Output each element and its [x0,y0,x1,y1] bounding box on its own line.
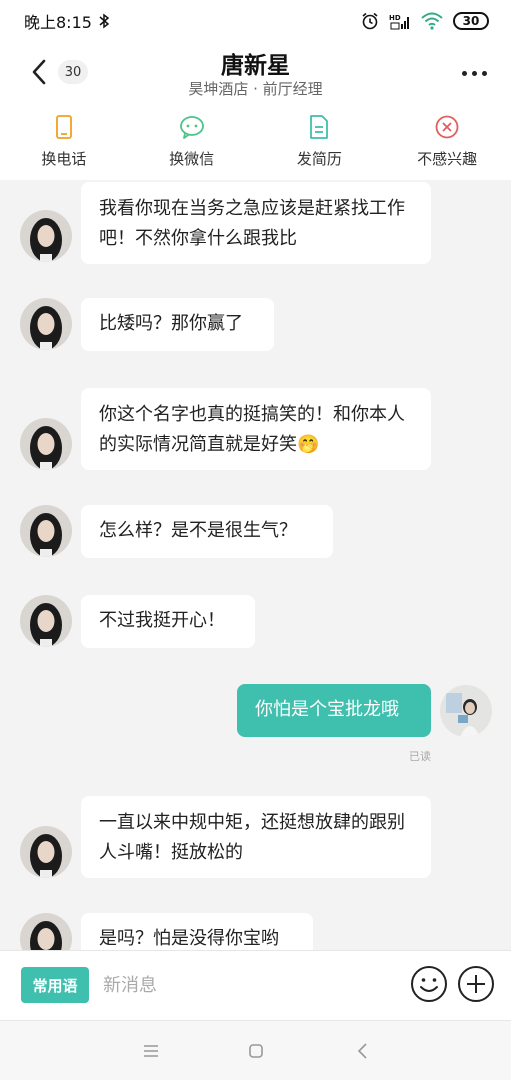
message-bubble[interactable]: 比矮吗？那你赢了 [81,298,274,351]
system-nav-bar [0,1020,511,1080]
contact-avatar[interactable] [20,418,72,470]
contact-name: 唐新星 [221,53,290,79]
alarm-icon [362,12,378,30]
signal-icon: HD [389,14,409,30]
input-bar: 常用语 [0,950,511,1020]
close-circle-icon [435,115,459,138]
message-bubble[interactable]: 不过我挺开心！ [81,595,255,648]
action-label: 换微信 [169,149,215,168]
plus-icon[interactable] [457,965,495,1003]
home-icon[interactable] [245,1040,267,1062]
action-bar: 换电话 换微信 发简历 不感兴趣 [0,102,511,180]
status-left: 晚上8:15 [24,9,110,33]
message-text: 你怕是个宝批龙哦 [255,699,399,720]
action-label: 换电话 [41,149,87,168]
exchange-phone-button[interactable]: 换电话 [0,102,128,180]
my-avatar[interactable] [440,685,492,737]
message-bubble[interactable]: 我看你现在当务之急应该是赶紧找工作吧！不然你拿什么跟我比 [81,182,431,264]
status-time: 晚上8:15 [24,13,92,32]
message-text: 一直以来中规中矩，还挺想放肆的跟别人斗嘴！挺放松的 [99,812,405,863]
avatar-image [20,298,72,350]
network-label: HD [389,14,401,22]
wifi-icon [421,12,443,30]
message-bubble[interactable]: 怎么样？是不是很生气？ [81,505,333,558]
contact-avatar[interactable] [20,913,72,950]
chat-header: 30 唐新星 昊坤酒店 · 前厅经理 [0,42,511,102]
message-bubble-mine[interactable]: 你怕是个宝批龙哦 [237,684,431,737]
read-status: 已读 [409,750,431,763]
not-interested-button[interactable]: 不感兴趣 [383,102,511,180]
avatar-image [20,826,72,878]
action-label: 发简历 [296,149,342,168]
more-dot-icon [471,70,477,76]
message-input[interactable] [103,967,393,1003]
message-bubble[interactable]: 你这个名字也真的挺搞笑的！和你本人的实际情况简直就是好笑🤭 [81,388,431,470]
message-text: 不过我挺开心！ [99,610,225,631]
phone-icon [55,114,72,139]
message-text: 我看你现在当务之急应该是赶紧找工作吧！不然你拿什么跟我比 [99,198,405,249]
avatar-image [20,505,72,557]
battery-indicator: 30 [453,12,489,30]
wechat-icon [179,115,204,139]
avatar-image [440,685,492,737]
more-dot-icon [461,70,467,76]
message-text: 怎么样？是不是很生气？ [99,520,297,541]
more-dot-icon [481,70,487,76]
back-nav-icon[interactable] [352,1040,374,1062]
contact-avatar[interactable] [20,505,72,557]
status-right: HD 30 [361,12,489,30]
status-bar: 晚上8:15 HD 30 [0,0,511,42]
contact-subtitle: 昊坤酒店 · 前厅经理 [188,80,323,98]
send-resume-button[interactable]: 发简历 [256,102,384,180]
common-phrases-button[interactable]: 常用语 [21,967,89,1003]
contact-avatar[interactable] [20,210,72,262]
contact-avatar[interactable] [20,595,72,647]
contact-avatar[interactable] [20,298,72,350]
message-bubble[interactable]: 一直以来中规中矩，还挺想放肆的跟别人斗嘴！挺放松的 [81,796,431,878]
action-label: 不感兴趣 [417,149,478,168]
avatar-image [20,210,72,262]
more-options-button[interactable] [459,58,489,88]
exchange-wechat-button[interactable]: 换微信 [128,102,256,180]
avatar-image [20,595,72,647]
emoji-icon[interactable] [410,965,448,1003]
message-bubble[interactable]: 是吗？怕是没得你宝哟 [81,913,313,950]
message-text: 是吗？怕是没得你宝哟 [99,928,279,949]
contact-avatar[interactable] [20,826,72,878]
avatar-image [20,913,72,950]
avatar-image [20,418,72,470]
message-text: 比矮吗？那你赢了 [99,313,243,334]
menu-icon[interactable] [140,1040,162,1062]
resume-icon [310,114,329,139]
bluetooth-icon [99,13,110,29]
message-text: 你这个名字也真的挺搞笑的！和你本人的实际情况简直就是好笑🤭 [99,404,405,455]
chat-area[interactable]: 我看你现在当务之急应该是赶紧找工作吧！不然你拿什么跟我比 比矮吗？那你赢了 你这… [0,180,511,950]
